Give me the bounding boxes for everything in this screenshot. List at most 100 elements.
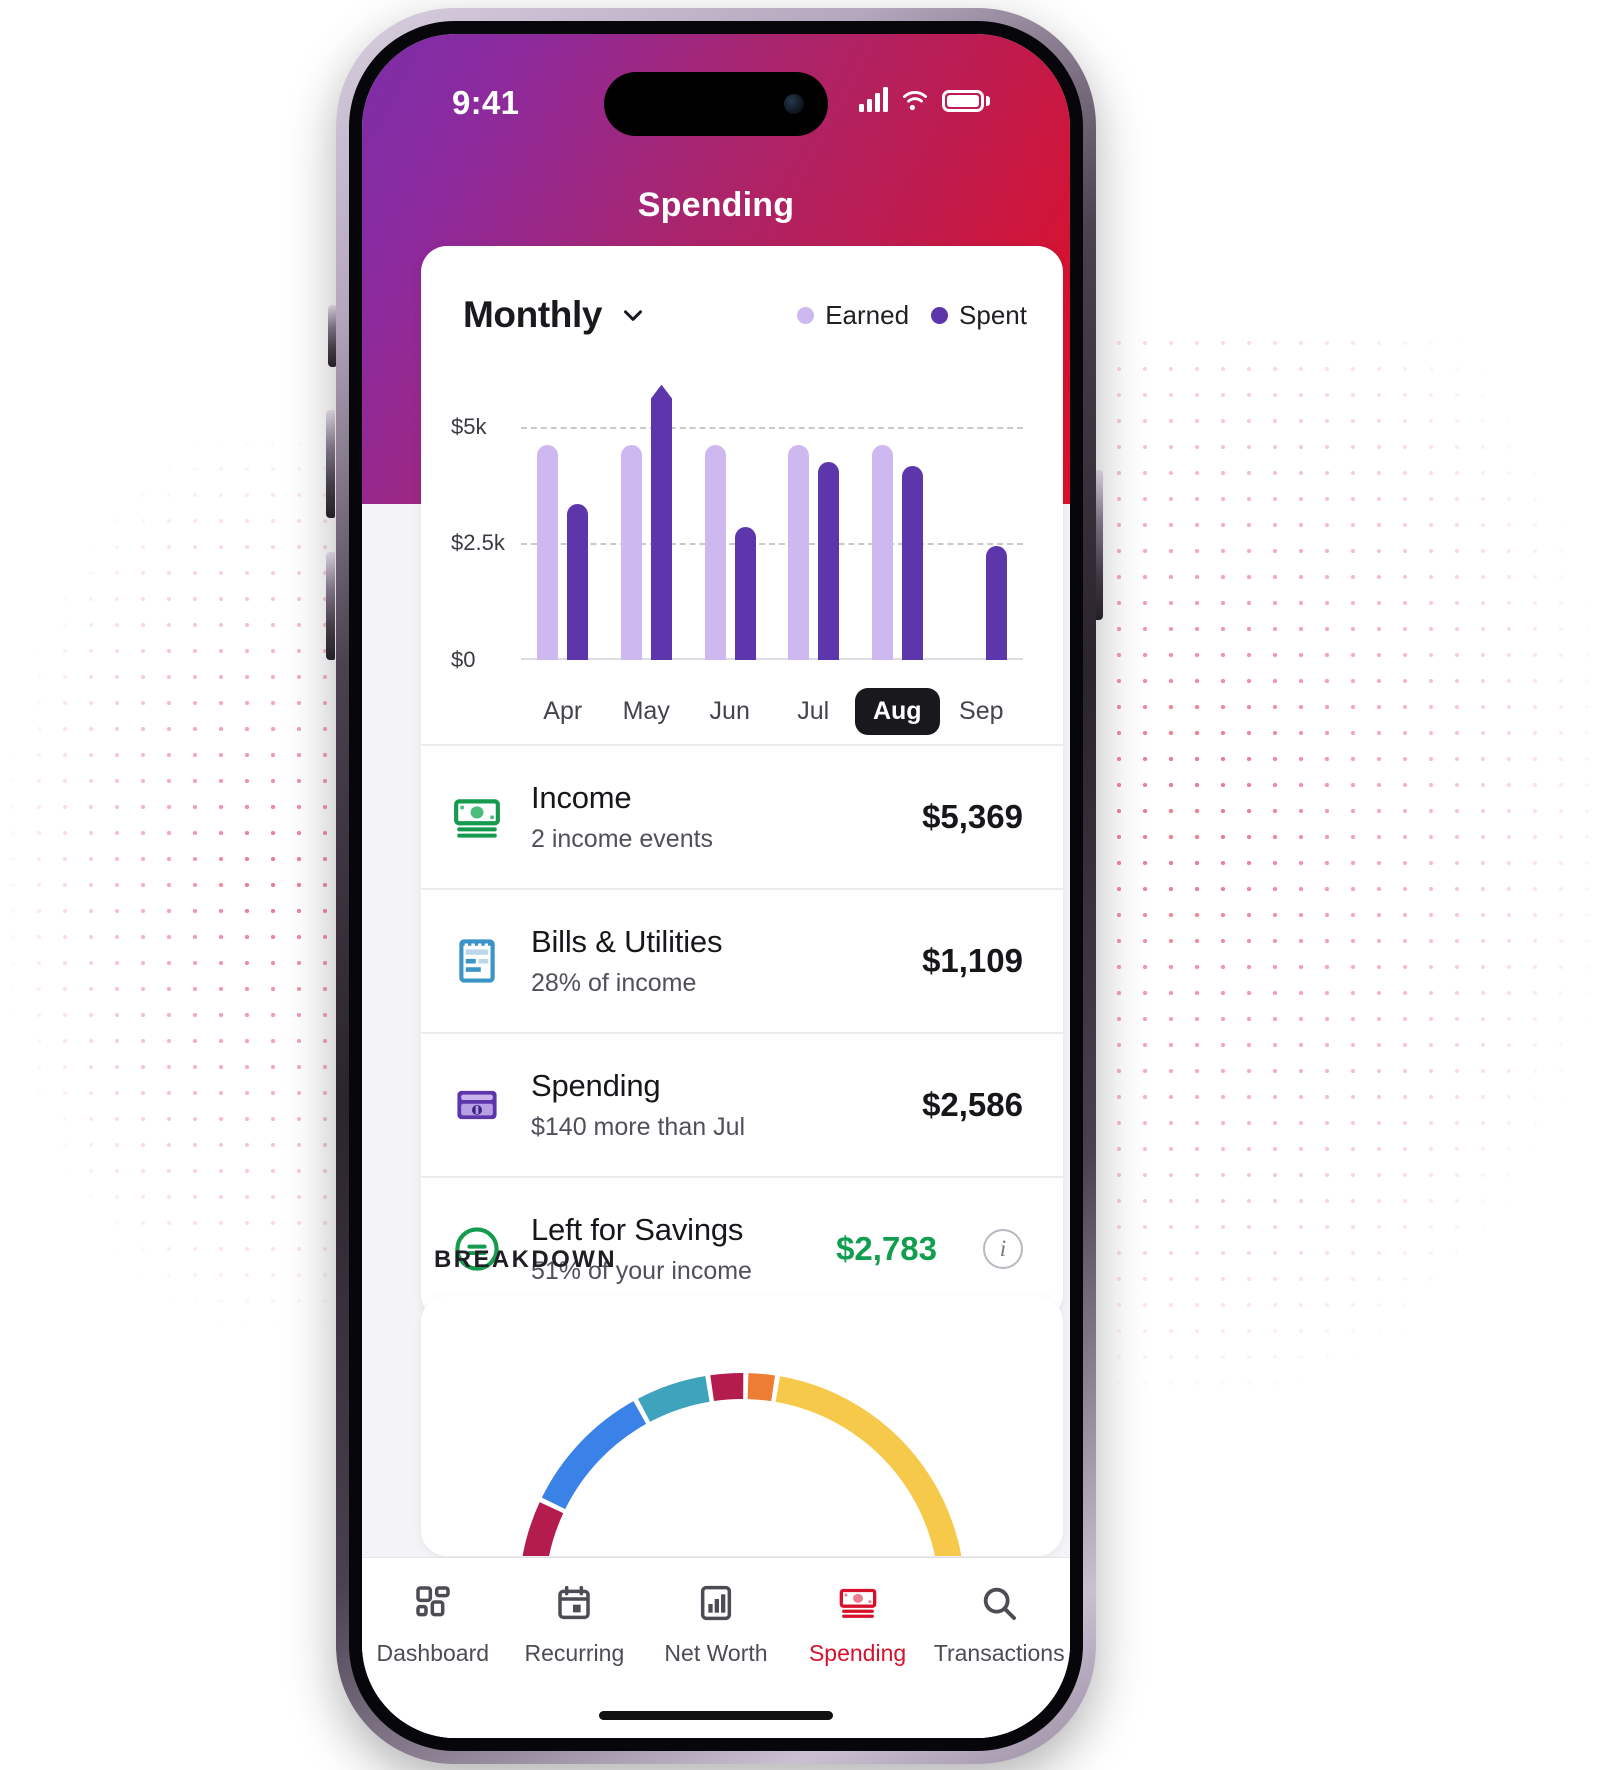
period-selector[interactable]: Monthly — [463, 294, 648, 336]
summary-row-subtitle: 2 income events — [531, 825, 714, 853]
nav-item-transactions[interactable]: Transactions — [928, 1580, 1070, 1667]
chart-month-labels: Apr May Jun Jul Aug Sep — [451, 678, 1033, 744]
breakdown-section-label: BREAKDOWN — [434, 1246, 617, 1273]
summary-row-subtitle: $140 more than Jul — [531, 1113, 746, 1141]
chart-bar-spent[interactable] — [818, 461, 840, 660]
chart-bar-group[interactable] — [521, 380, 605, 660]
breakdown-arc-segment[interactable] — [747, 1373, 776, 1402]
chart-month-label: May — [622, 696, 670, 725]
credit-card-icon — [451, 1079, 503, 1131]
nav-item-label: Dashboard — [376, 1640, 490, 1666]
wifi-icon — [903, 91, 927, 111]
breakdown-donut-arc — [522, 1373, 962, 1556]
nav-item-recurring[interactable]: Recurring — [504, 1580, 646, 1667]
chart-bar-spent[interactable] — [902, 466, 924, 660]
chart-bar-spent[interactable] — [734, 527, 756, 660]
chart-month-tab-aug[interactable]: Aug — [854, 678, 940, 744]
bar-chart-icon — [696, 1580, 736, 1626]
chart-month-tab-may[interactable]: May — [604, 678, 687, 744]
summary-row[interactable]: Bills & Utilities 28% of income $1,109 — [421, 888, 1063, 1032]
phone-silent-switch[interactable] — [328, 305, 336, 367]
nav-item-dashboard[interactable]: Dashboard — [362, 1580, 504, 1667]
summary-row-amount: $1,109 — [922, 942, 1023, 979]
phone-screen: 9:41 Spending Monthly Earned Spent $5k $… — [362, 34, 1070, 1738]
chart-plot-area — [521, 380, 1023, 660]
breakdown-arc-segment[interactable] — [710, 1373, 744, 1402]
summary-row-amount: $2,783 — [836, 1230, 937, 1267]
summary-row-amount: $5,369 — [922, 798, 1023, 835]
nav-item-label: Recurring — [524, 1640, 625, 1666]
money-bills-icon — [451, 791, 503, 843]
calendar-icon — [554, 1580, 594, 1626]
breakdown-card[interactable] — [421, 1296, 1063, 1556]
dashboard-grid-icon — [413, 1580, 453, 1626]
chart-month-tab-jun[interactable]: Jun — [688, 678, 771, 744]
summary-row-title: Bills & Utilities — [531, 924, 723, 959]
chart-bar-earned[interactable] — [872, 445, 894, 660]
summary-row-subtitle: 28% of income — [531, 969, 697, 997]
period-label: Monthly — [463, 294, 603, 335]
phone-volume-down-button[interactable] — [326, 552, 335, 660]
nav-item-label: Transactions — [933, 1640, 1065, 1666]
scroll-container[interactable]: Monthly Earned Spent $5k $2.5k $0 Apr Ma… — [362, 34, 1070, 1738]
chevron-down-icon[interactable] — [618, 300, 648, 330]
chart-bar-group[interactable] — [772, 380, 856, 660]
phone-bezel: 9:41 Spending Monthly Earned Spent $5k $… — [349, 21, 1083, 1751]
chart-bar-earned[interactable] — [537, 445, 559, 660]
legend-label-earned: Earned — [825, 299, 910, 330]
chart-month-label: Jun — [709, 696, 750, 725]
chart-bars — [521, 380, 1023, 660]
summary-row-title: Spending — [531, 1068, 661, 1103]
chart-bar-group[interactable] — [688, 380, 772, 660]
chart-bar-group[interactable] — [605, 380, 689, 660]
battery-full-icon — [942, 90, 990, 112]
breakdown-arc-segment[interactable] — [775, 1376, 962, 1556]
decorative-dot-pattern-right — [1080, 330, 1602, 1390]
chart-bar-spent[interactable] — [567, 503, 589, 660]
signal-bars-icon — [859, 86, 888, 112]
summary-row-text: Income 2 income events — [531, 780, 894, 854]
chart-legend: Earned Spent — [797, 300, 1027, 331]
bar-chart: $5k $2.5k $0 — [451, 380, 1033, 672]
nav-item-label: Net Worth — [664, 1640, 768, 1666]
chart-month-label: Jul — [797, 696, 830, 725]
nav-item-spending[interactable]: Spending — [787, 1580, 929, 1667]
chart-bar-spent[interactable] — [651, 384, 672, 660]
chart-bar-spent[interactable] — [985, 545, 1007, 660]
chart-month-tab-sep[interactable]: Sep — [940, 678, 1023, 744]
summary-row-list: Income 2 income events $5,369 Bills & Utili… — [421, 744, 1063, 1320]
phone-volume-up-button[interactable] — [326, 410, 335, 518]
home-indicator — [599, 1711, 833, 1720]
breakdown-arc-segment[interactable] — [522, 1502, 564, 1556]
money-bills-icon — [838, 1580, 878, 1626]
status-bar-time: 9:41 — [452, 84, 520, 121]
chart-month-tab-jul[interactable]: Jul — [771, 678, 854, 744]
info-icon[interactable]: i — [983, 1229, 1023, 1269]
summary-row-title: Income — [531, 780, 632, 815]
chart-bar-group[interactable] — [939, 380, 1023, 660]
chart-bar-earned[interactable] — [788, 445, 810, 660]
phone-device-frame: 9:41 Spending Monthly Earned Spent $5k $… — [336, 8, 1096, 1764]
nav-item-net-worth[interactable]: Net Worth — [645, 1580, 787, 1667]
receipt-icon — [451, 935, 503, 987]
chart-month-label: Aug — [854, 687, 940, 735]
summary-row[interactable]: Income 2 income events $5,369 — [421, 744, 1063, 888]
chart-month-tab-apr[interactable]: Apr — [521, 678, 604, 744]
breakdown-arc-segment[interactable] — [541, 1401, 647, 1510]
summary-row[interactable]: Spending $140 more than Jul $2,586 — [421, 1032, 1063, 1176]
decorative-dot-pattern-left — [0, 430, 360, 1330]
breakdown-arc-segment[interactable] — [637, 1376, 710, 1422]
search-icon — [979, 1580, 1019, 1626]
legend-item-spent: Spent — [931, 300, 1027, 331]
summary-row-amount: $2,586 — [922, 1086, 1023, 1123]
chart-bar-group[interactable] — [856, 380, 940, 660]
chart-month-label: Sep — [959, 696, 1004, 725]
chart-bar-earned[interactable] — [621, 445, 642, 660]
dynamic-island — [604, 72, 828, 136]
chart-bar-earned[interactable] — [704, 445, 726, 660]
summary-row-text: Bills & Utilities 28% of income — [531, 924, 894, 998]
spending-summary-card: Monthly Earned Spent $5k $2.5k $0 Apr Ma… — [421, 246, 1063, 1320]
page-title: Spending — [637, 186, 795, 224]
chart-y-tick-label: $0 — [451, 647, 476, 672]
chart-month-label: Apr — [543, 696, 583, 725]
